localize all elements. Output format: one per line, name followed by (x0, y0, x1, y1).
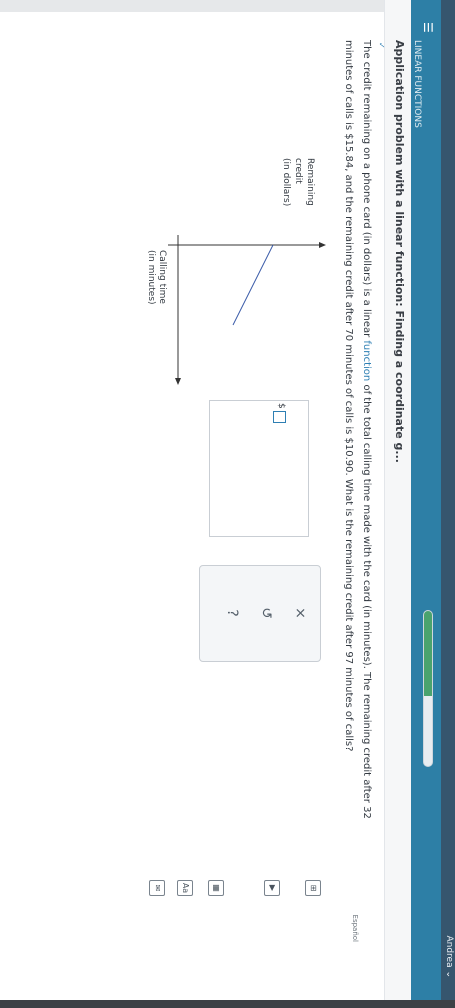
x-label-2: (in minutes) (148, 250, 156, 305)
progress-bar (423, 610, 433, 767)
action-panel: × ↺ ? (199, 565, 321, 662)
y-label-1: Remaining (305, 158, 315, 206)
calculator-icon[interactable]: ⊞ (305, 880, 321, 896)
y-label-2: credit (293, 158, 303, 184)
collapse-chevron-icon[interactable]: ✓ (377, 42, 386, 49)
credit-line (232, 244, 274, 326)
user-name: Andrea (444, 935, 454, 968)
function-link[interactable]: function (361, 340, 372, 381)
data-table-icon[interactable]: ▦ (208, 880, 224, 896)
help-button[interactable]: ? (224, 596, 240, 630)
question-text: The credit remaining on a phone card (in… (339, 40, 375, 860)
module-name: LINEAR FUNCTIONS (412, 40, 422, 128)
undo-button[interactable]: ↺ (258, 596, 274, 630)
question-part-1: The credit remaining on a phone card (in… (361, 40, 372, 341)
x-axis-arrow (175, 378, 181, 385)
page-title: Application problem with a linear functi… (393, 40, 406, 463)
menu-icon[interactable]: ☰ (421, 22, 435, 33)
top-bar: Andrea ⌄ (441, 0, 455, 1000)
title-row: LINEAR FUNCTIONS Application problem wit… (351, 0, 422, 1000)
mail-icon[interactable]: ✉ (149, 880, 165, 896)
language-link[interactable]: Español (351, 915, 359, 942)
dollar-prefix: $ (276, 403, 286, 409)
header-strip: ☰ (411, 0, 441, 1000)
x-label-1: Calling time (157, 250, 167, 304)
answer-input[interactable] (273, 411, 286, 423)
user-menu[interactable]: Andrea ⌄ (444, 935, 454, 978)
progress-fill (424, 611, 432, 697)
screen: Andrea ⌄ ☰ LINEAR FUNCTIONS Application … (0, 0, 455, 1000)
linear-graph: Remaining credit (in dollars) Calling ti… (148, 158, 326, 385)
textbook-icon[interactable]: Aa (177, 880, 193, 896)
y-axis-arrow (319, 242, 326, 248)
video-icon[interactable]: ▶ (264, 880, 280, 896)
answer-box: $ (209, 400, 309, 537)
clear-button[interactable]: × (292, 596, 308, 630)
y-label-3: (in dollars) (281, 158, 291, 206)
